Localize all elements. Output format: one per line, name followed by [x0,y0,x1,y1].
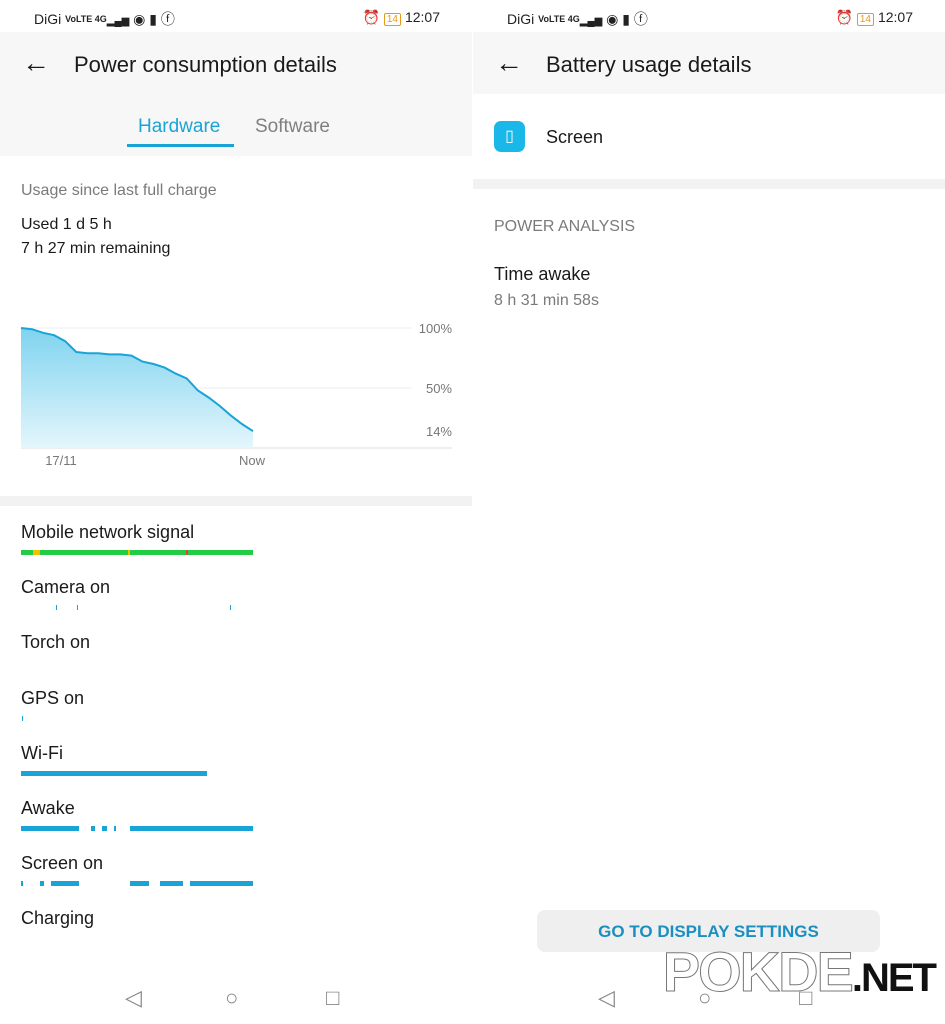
app-bar: ← Battery usage details [473,32,945,94]
timeline-label: GPS on [21,687,85,708]
timeline-label: Screen on [21,853,104,874]
y-tick-label: 100% [419,321,453,336]
timeline-label: Wi-Fi [21,742,63,763]
timeline-bar [21,605,253,611]
x-tick-label: Now [239,453,266,468]
tab-software[interactable]: Software [255,116,330,138]
carrier: DiGi [34,11,62,27]
timeline-segment [21,881,24,887]
timeline-label: Awake [21,798,75,818]
nav-home-icon[interactable]: ○ [225,985,238,1011]
timeline-segment [130,826,253,831]
alarm-icon: ⏰ [362,9,380,25]
nav-back-icon[interactable]: ◁ [125,985,142,1011]
timeline-mark [127,550,131,555]
timeline-segment [39,881,45,887]
timeline-mark [185,550,189,555]
used-time: Used 1 d 5 h [21,216,112,233]
timeline-segment [190,881,253,887]
timeline-segment [130,881,149,887]
nav-recents-icon[interactable]: □ [326,985,339,1011]
timeline-bar [21,715,253,721]
carrier: DiGi [507,11,535,27]
alarm-icon: ⏰ [835,9,853,25]
screen-app-icon: ▯ [494,121,525,152]
timeline-bar [21,660,253,665]
y-tick-label: 50% [426,381,452,396]
time-awake-value: 8 h 31 min 58s [494,292,599,309]
page-title: Battery usage details [546,52,752,77]
time-awake-label: Time awake [494,264,591,284]
timeline-label: Mobile network signal [21,522,195,542]
timeline-bar [21,881,253,887]
timeline-segment [21,770,207,776]
battery-icon: 14 [856,13,874,26]
timeline-segment [113,826,117,831]
nav-back-icon[interactable]: ◁ [598,985,615,1011]
timeline-bar [21,826,253,831]
divider [473,179,945,189]
status-bar: DiGi VoLTE 4G▂▄▆ ◉ ▮ ⓕ ⏰ 14 12:07 [34,9,440,27]
x-tick-label: 17/11 [45,453,77,468]
timeline-segment [22,715,24,721]
app-name: Screen [546,127,604,147]
back-arrow-icon[interactable]: ← [22,49,50,77]
timeline-segment [51,881,79,887]
watermark-logo: POKDE.NET [662,940,937,1004]
section-header: POWER ANALYSIS [494,218,636,235]
status-bar: DiGi VoLTE 4G▂▄▆ ◉ ▮ ⓕ ⏰ 14 12:07 [507,9,913,27]
clock: 12:07 [404,9,440,25]
timeline-segment [76,605,78,611]
battery-chart: 100% 50% 14% 17/11 Now [20,321,453,468]
timeline-label: Camera on [21,577,111,598]
app-bar: ← Power consumption details [0,32,472,94]
usage-label: Usage since last full charge [21,182,217,199]
timeline-segment [90,826,96,831]
back-arrow-icon[interactable]: ← [495,49,523,77]
timeline-segment [160,881,184,887]
page-title: Power consumption details [74,52,337,77]
tab-indicator [127,144,234,147]
remaining-time: 7 h 27 min remaining [21,240,171,257]
tab-hardware[interactable]: Hardware [138,116,220,138]
timeline-segment [229,605,231,611]
network-icon: VoLTE 4G [65,14,107,24]
network-icon: VoLTE 4G [538,14,580,24]
power-consumption-screen: DiGi VoLTE 4G▂▄▆ ◉ ▮ ⓕ ⏰ 14 12:07 ← Power… [0,0,472,1024]
signal-icon: ▂▄▆ [106,16,130,27]
signal-icon: ▂▄▆ [579,16,603,27]
timeline-segment [55,605,57,611]
timeline-segment [102,826,107,831]
battery-usage-screen: DiGi VoLTE 4G▂▄▆ ◉ ▮ ⓕ ⏰ 14 12:07 ← Batte… [473,0,945,1024]
battery-icon: 14 [383,13,401,26]
timeline-bar [21,936,253,941]
y-tick-label: 14% [426,424,452,439]
timeline-mark [32,550,40,555]
tab-bar: Hardware Software [0,94,472,156]
clock: 12:07 [877,9,913,25]
timeline-label: Charging [21,908,95,929]
divider [0,496,472,506]
timeline-bar [21,550,253,555]
timeline-label: Torch on [21,632,91,653]
timeline-segment [21,826,79,831]
timeline-bar [21,770,253,776]
timeline-segment [21,550,253,555]
